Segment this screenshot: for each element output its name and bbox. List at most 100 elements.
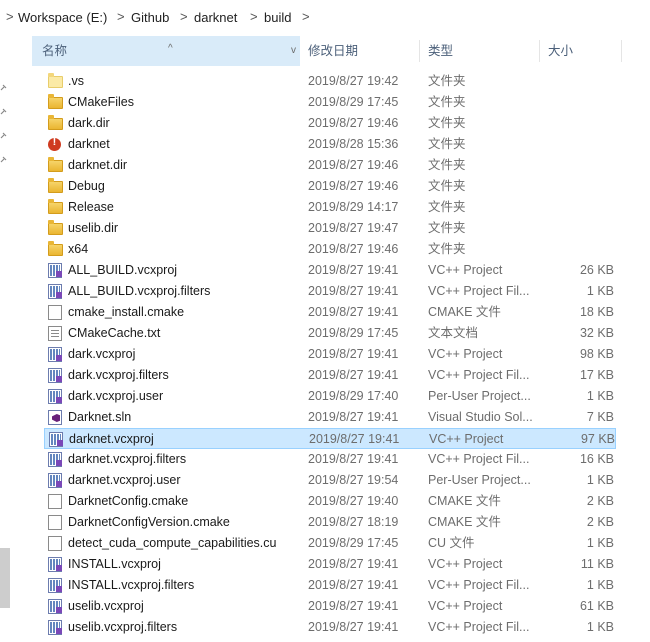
file-row[interactable]: detect_cuda_compute_capabilities.cu 2019/…	[44, 533, 616, 554]
file-modified-date: 2019/8/27 19:46	[308, 158, 399, 172]
pin-icon[interactable]	[0, 108, 7, 115]
breadcrumb-separator[interactable]: >	[250, 9, 258, 24]
file-row[interactable]: dark.vcxproj 2019/8/27 19:41 VC++ Project 9…	[44, 344, 616, 365]
file-row[interactable]: darknet.dir 2019/8/27 19:46 文件夹	[44, 155, 616, 176]
file-row[interactable]: darknet.vcxproj.filters 2019/8/27 19:41 VC…	[44, 449, 616, 470]
file-type: 文件夹	[428, 200, 466, 214]
column-header-type[interactable]: 类型	[418, 36, 540, 66]
file-row[interactable]: CMakeFiles 2019/8/29 17:45 文件夹	[44, 92, 616, 113]
file-row[interactable]: dark.vcxproj.filters 2019/8/27 19:41 VC++ …	[44, 365, 616, 386]
file-type: VC++ Project	[428, 557, 503, 571]
file-name: Debug	[68, 179, 105, 193]
vcxproj-icon	[48, 620, 62, 635]
file-name: uselib.vcxproj.filters	[68, 620, 178, 634]
file-size: 11 KB	[580, 557, 614, 571]
folder-icon	[48, 115, 63, 130]
file-row[interactable]: uselib.vcxproj.filters 2019/8/27 19:41 VC+…	[44, 617, 616, 638]
column-divider[interactable]	[621, 40, 622, 62]
column-header-size[interactable]: 大小	[538, 36, 622, 66]
breadcrumb-separator[interactable]: >	[6, 9, 14, 24]
file-row[interactable]: darknet 2019/8/28 15:36 文件夹	[44, 134, 616, 155]
breadcrumb-separator[interactable]: >	[117, 9, 125, 24]
file-type: 文件夹	[428, 221, 466, 235]
chevron-down-icon[interactable]: v	[291, 36, 296, 66]
file-name: darknet.vcxproj.user	[68, 473, 181, 487]
column-header-date[interactable]: 修改日期	[298, 36, 420, 66]
file-size	[538, 197, 614, 218]
file-modified-date: 2019/8/27 19:41	[308, 305, 399, 319]
file-row[interactable]: darknet.vcxproj 2019/8/27 19:41 VC++ Proje…	[44, 428, 616, 449]
file-name: INSTALL.vcxproj.filters	[68, 578, 195, 592]
file-size	[538, 92, 614, 113]
folder-icon	[48, 94, 63, 109]
vcxproj-icon	[48, 368, 62, 383]
file-size: 17 KB	[579, 368, 614, 382]
vcxproj-icon	[48, 557, 62, 572]
file-row[interactable]: ALL_BUILD.vcxproj 2019/8/27 19:41 VC++ Pro…	[44, 260, 616, 281]
file-row[interactable]: dark.dir 2019/8/27 19:46 文件夹	[44, 113, 616, 134]
sort-ascending-icon: ^	[168, 43, 173, 54]
breadcrumb-item-build[interactable]: build	[264, 10, 291, 25]
file-size: 1 KB	[586, 578, 614, 592]
file-row[interactable]: INSTALL.vcxproj 2019/8/27 19:41 VC++ Proje…	[44, 554, 616, 575]
breadcrumb-separator[interactable]: >	[302, 9, 310, 24]
breadcrumb-item-drive[interactable]: Workspace (E:)	[18, 10, 107, 25]
file-row[interactable]: DarknetConfig.cmake 2019/8/27 19:40 CMAKE …	[44, 491, 616, 512]
file-name: uselib.vcxproj	[68, 599, 144, 613]
pin-icon[interactable]	[0, 156, 7, 163]
vcxproj-icon	[48, 347, 62, 362]
breadcrumb-item-github[interactable]: Github	[131, 10, 169, 25]
file-row[interactable]: ALL_BUILD.vcxproj.filters 2019/8/27 19:41…	[44, 281, 616, 302]
file-name: x64	[68, 242, 89, 256]
vcxproj-icon	[48, 263, 62, 278]
file-size	[538, 71, 614, 92]
file-name: .vs	[68, 74, 84, 88]
pin-icon[interactable]	[0, 84, 7, 91]
file-type: VC++ Project	[428, 263, 503, 277]
file-modified-date: 2019/8/27 19:46	[308, 242, 399, 256]
file-size: 1 KB	[586, 620, 614, 634]
file-row[interactable]: DarknetConfigVersion.cmake 2019/8/27 18:1…	[44, 512, 616, 533]
file-modified-date: 2019/8/29 17:45	[308, 536, 399, 550]
file-row[interactable]: x64 2019/8/27 19:46 文件夹	[44, 239, 616, 260]
folder-icon	[48, 199, 63, 214]
file-name: darknet.dir	[68, 158, 128, 172]
vcxproj-icon	[48, 452, 62, 467]
file-size: 1 KB	[586, 536, 614, 550]
file-modified-date: 2019/8/27 19:42	[308, 74, 399, 88]
address-bar[interactable]: > Workspace (E:) > Github > darknet > bu…	[0, 0, 650, 36]
pin-icon[interactable]	[0, 132, 7, 139]
file-size	[538, 155, 614, 176]
file-row[interactable]: Debug 2019/8/27 19:46 文件夹	[44, 176, 616, 197]
file-modified-date: 2019/8/27 19:41	[308, 368, 399, 382]
file-row[interactable]: CMakeCache.txt 2019/8/29 17:45 文本文档 32 KB	[44, 323, 616, 344]
breadcrumb-item-darknet[interactable]: darknet	[194, 10, 237, 25]
file-type: Per-User Project...	[428, 473, 531, 487]
file-row[interactable]: Release 2019/8/29 14:17 文件夹	[44, 197, 616, 218]
vcxproj-icon	[48, 578, 62, 593]
file-size: 16 KB	[579, 452, 614, 466]
file-row[interactable]: .vs 2019/8/27 19:42 文件夹	[44, 71, 616, 92]
file-row[interactable]: cmake_install.cmake 2019/8/27 19:41 CMAKE …	[44, 302, 616, 323]
file-type: CU 文件	[428, 536, 475, 550]
file-name: darknet	[68, 137, 110, 151]
file-name: ALL_BUILD.vcxproj	[68, 263, 178, 277]
file-name: detect_cuda_compute_capabilities.cu	[68, 536, 277, 550]
file-row[interactable]: dark.vcxproj.user 2019/8/29 17:40 Per-User…	[44, 386, 616, 407]
file-row[interactable]: uselib.vcxproj 2019/8/27 19:41 VC++ Projec…	[44, 596, 616, 617]
file-type: VC++ Project Fil...	[428, 284, 530, 298]
breadcrumb-separator[interactable]: >	[180, 9, 188, 24]
file-type: CMAKE 文件	[428, 494, 501, 508]
file-row[interactable]: uselib.dir 2019/8/27 19:47 文件夹	[44, 218, 616, 239]
file-row[interactable]: darknet.vcxproj.user 2019/8/27 19:54 Per-U…	[44, 470, 616, 491]
file-row[interactable]: Darknet.sln 2019/8/27 19:41 Visual Studio …	[44, 407, 616, 428]
file-modified-date: 2019/8/27 19:41	[308, 263, 399, 277]
document-icon	[48, 494, 62, 509]
file-row[interactable]: INSTALL.vcxproj.filters 2019/8/27 19:41 VC…	[44, 575, 616, 596]
scrollbar-thumb[interactable]	[0, 548, 10, 608]
file-type: CMAKE 文件	[428, 515, 501, 529]
file-modified-date: 2019/8/27 19:41	[308, 284, 399, 298]
column-size-label: 大小	[548, 44, 574, 58]
file-type: VC++ Project Fil...	[428, 368, 530, 382]
column-header-name[interactable]: 名称 ^ v	[32, 36, 300, 66]
